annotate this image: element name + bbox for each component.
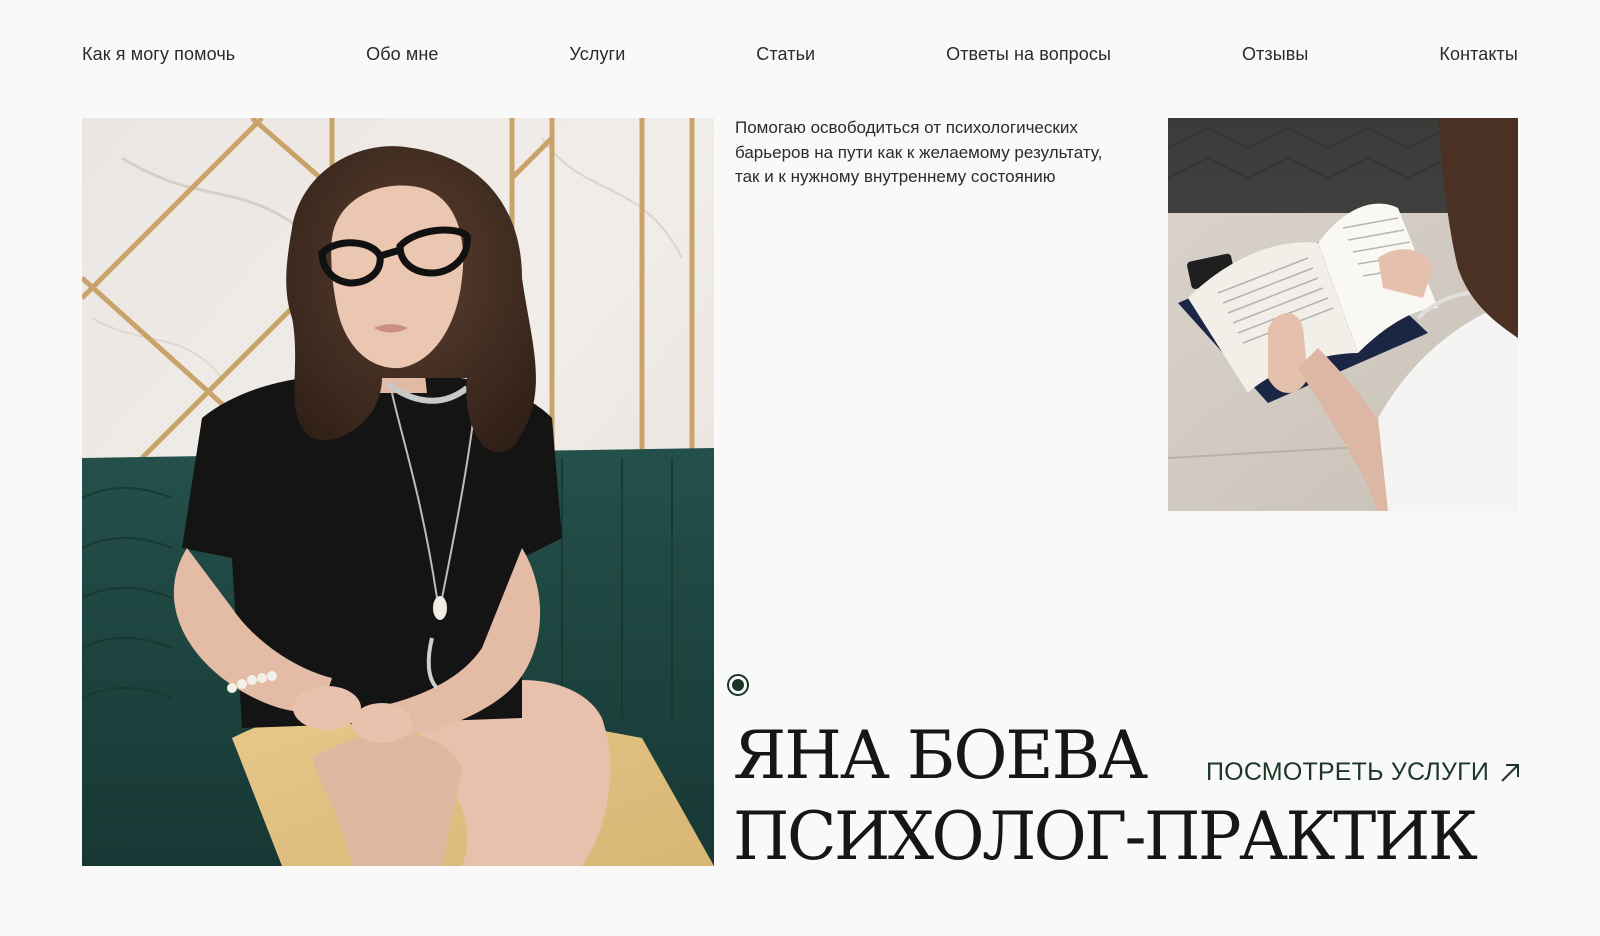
arrow-up-right-icon [1499,762,1521,784]
nav-item-reviews[interactable]: Отзывы [1242,44,1309,65]
nav-item-services[interactable]: Услуги [569,44,625,65]
hero-tagline: Помогаю освободиться от психологических … [735,116,1175,190]
hero-headline: ЯНА БОЕВА ПСИХОЛОГ-ПРАКТИК [733,716,1491,878]
hero-title: ПСИХОЛОГ-ПРАКТИК [733,798,1478,875]
nav-item-articles[interactable]: Статьи [756,44,815,65]
view-services-label: ПОСМОТРЕТЬ УСЛУГИ [1206,758,1490,786]
nav-item-contacts[interactable]: Контакты [1439,44,1518,65]
nav-item-how-i-can-help[interactable]: Как я могу помочь [82,44,235,65]
nav-item-faq[interactable]: Ответы на вопросы [946,44,1111,65]
accent-dot [727,674,749,696]
view-services-link[interactable]: ПОСМОТРЕТЬ УСЛУГИ [1206,758,1521,787]
tagline-line-2: барьеров на пути как к желаемому результ… [735,142,1103,162]
portrait-photo [82,118,714,866]
tagline-line-1: Помогаю освободиться от психологических [735,118,1078,137]
tagline-line-3: так и к нужному внутреннему состоянию [735,167,1056,186]
nav-item-about-me[interactable]: Обо мне [366,44,438,65]
reading-book-photo [1168,118,1518,511]
main-nav: Как я могу помочь Обо мне Услуги Статьи … [82,40,1518,68]
